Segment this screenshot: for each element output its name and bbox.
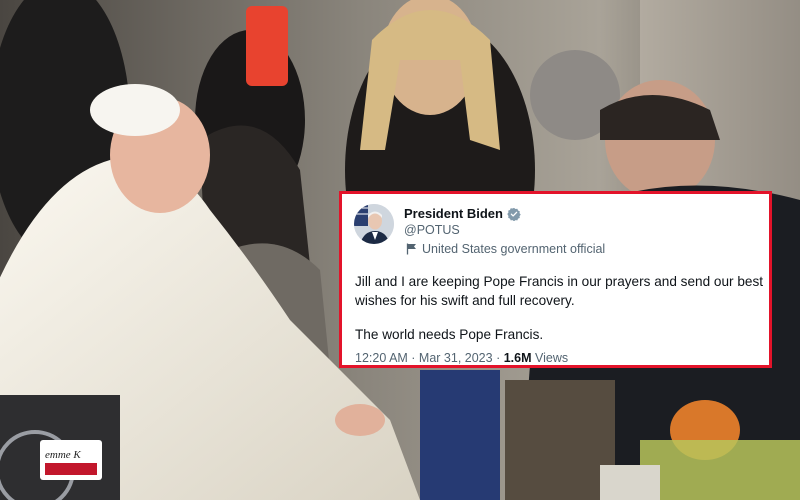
- affiliation-label: United States government official: [406, 242, 605, 256]
- meta-separator: ·: [492, 351, 504, 365]
- handle[interactable]: @POTUS: [404, 223, 460, 237]
- display-name-text[interactable]: President Biden: [404, 206, 503, 221]
- tweet-meta: 12:20 AM · Mar 31, 2023 · 1.6M Views: [355, 351, 568, 365]
- display-name[interactable]: President Biden: [404, 206, 521, 221]
- blue-clothing: [420, 370, 500, 500]
- tweet-card: President Biden @POTUS United States gov…: [339, 191, 772, 368]
- verified-badge-icon: [507, 207, 521, 221]
- flag-icon: [406, 243, 416, 255]
- timestamp[interactable]: 12:20 AM · Mar 31, 2023: [355, 351, 493, 365]
- avatar[interactable]: [354, 204, 394, 244]
- affiliation-text: United States government official: [422, 242, 606, 256]
- views-count: 1.6M: [503, 351, 532, 365]
- pope-zucchetto: [90, 84, 180, 136]
- tweet-paragraph-2: The world needs Pope Francis.: [355, 327, 544, 342]
- wheelchair-sticker-text: emme K: [45, 449, 81, 461]
- tweet-paragraph-1: Jill and I are keeping Pope Francis in o…: [355, 274, 764, 308]
- red-phone: [246, 6, 288, 86]
- views-label: Views: [531, 351, 569, 365]
- tweet-text: Jill and I are keeping Pope Francis in o…: [355, 272, 770, 359]
